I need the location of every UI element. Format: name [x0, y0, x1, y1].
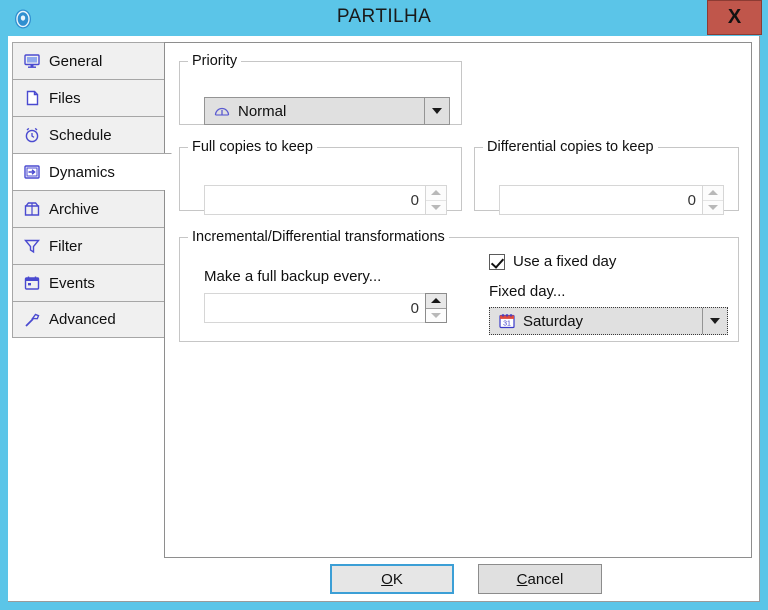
monitor-icon [23, 52, 41, 70]
arrow-in-box-icon [23, 163, 41, 181]
full-backup-every-spin-buttons [425, 293, 447, 323]
dialog-window: PARTILHA X General Files Schedule Dynami… [0, 0, 768, 610]
sidebar-item-general[interactable]: General [12, 42, 167, 79]
calendar-31-icon: 31 [498, 312, 516, 330]
differential-copies-group: Differential copies to keep 0 [474, 139, 739, 215]
cancel-button-mnemonic: C [516, 570, 528, 588]
wrench-icon [23, 311, 41, 329]
funnel-icon [23, 237, 41, 255]
cancel-button[interactable]: Cancel [478, 564, 602, 594]
window-title: PARTILHA [336, 6, 432, 27]
dynamics-settings-panel: Priority Normal Full copies to keep 0 Di… [164, 42, 752, 558]
sidebar-item-label: Archive [49, 200, 100, 218]
full-copies-spinner[interactable]: 0 [204, 185, 447, 215]
close-button[interactable]: X [707, 0, 762, 35]
sidebar-item-files[interactable]: Files [12, 79, 167, 116]
chevron-down-icon[interactable] [702, 308, 727, 334]
fixed-day-column: Use a fixed day Fixed day... 31 Saturday [475, 245, 737, 345]
sidebar-item-archive[interactable]: Archive [12, 190, 167, 227]
differential-copies-group-legend: Differential copies to keep [487, 139, 654, 155]
differential-copies-spin-buttons [702, 185, 724, 215]
gauge-icon [213, 102, 231, 120]
fixed-day-label: Fixed day... [489, 283, 566, 300]
dialog-client-area: General Files Schedule Dynamics Archive … [8, 36, 760, 602]
transformations-group-legend: Incremental/Differential transformations [192, 229, 445, 245]
ok-button-mnemonic: O [381, 570, 393, 588]
ok-button-label: K [392, 570, 403, 588]
priority-value: Normal [238, 102, 287, 120]
sidebar-item-label: Filter [49, 237, 83, 255]
spin-up-icon[interactable] [426, 186, 446, 201]
transformations-group: Incremental/Differential transformations… [179, 229, 739, 342]
use-fixed-day-checkbox[interactable]: Use a fixed day [489, 253, 616, 270]
full-backup-every-spinner[interactable]: 0 [204, 293, 447, 323]
title-bar: PARTILHA X [0, 0, 768, 38]
sidebar-item-label: Events [49, 274, 95, 292]
sidebar-item-label: General [49, 52, 103, 70]
fixed-day-combobox[interactable]: 31 Saturday [489, 307, 728, 335]
sidebar-item-events[interactable]: Events [12, 264, 167, 301]
alarm-clock-icon [23, 126, 41, 144]
sidebar-item-label: Schedule [49, 126, 112, 144]
spin-down-icon[interactable] [426, 200, 446, 214]
spin-down-icon[interactable] [426, 308, 446, 322]
fixed-day-value: Saturday [523, 312, 584, 330]
differential-copies-input[interactable]: 0 [499, 185, 702, 215]
sidebar-item-filter[interactable]: Filter [12, 227, 167, 264]
sidebar-tabs: General Files Schedule Dynamics Archive … [12, 42, 172, 338]
sidebar-item-label: Dynamics [49, 163, 115, 181]
sidebar-item-dynamics[interactable]: Dynamics [12, 153, 172, 190]
ok-button[interactable]: OK [330, 564, 454, 594]
chevron-down-icon[interactable] [424, 98, 449, 124]
differential-copies-spinner[interactable]: 0 [499, 185, 724, 215]
file-icon [23, 89, 41, 107]
sidebar-item-label: Advanced [49, 311, 116, 328]
priority-combobox[interactable]: Normal [204, 97, 450, 125]
full-backup-every-input[interactable]: 0 [204, 293, 425, 323]
sidebar-item-label: Files [49, 89, 81, 107]
cancel-button-label: ancel [527, 570, 564, 588]
use-fixed-day-label: Use a fixed day [513, 253, 617, 270]
archive-box-icon [23, 200, 41, 218]
full-copies-group: Full copies to keep 0 [179, 139, 462, 215]
priority-group: Priority Normal [179, 53, 462, 125]
priority-group-legend: Priority [192, 53, 238, 69]
spin-down-icon[interactable] [703, 200, 723, 214]
full-copies-group-legend: Full copies to keep [192, 139, 313, 155]
spin-up-icon[interactable] [703, 186, 723, 201]
svg-text:31: 31 [503, 321, 511, 328]
sidebar-item-schedule[interactable]: Schedule [12, 116, 167, 153]
spin-up-icon[interactable] [426, 294, 446, 309]
calendar-icon [23, 274, 41, 292]
checkmark-icon[interactable] [489, 253, 505, 270]
full-copies-input[interactable]: 0 [204, 185, 425, 215]
full-copies-spin-buttons [425, 185, 447, 215]
full-backup-every-label: Make a full backup every... [204, 268, 382, 285]
sidebar-item-advanced[interactable]: Advanced [12, 301, 167, 338]
